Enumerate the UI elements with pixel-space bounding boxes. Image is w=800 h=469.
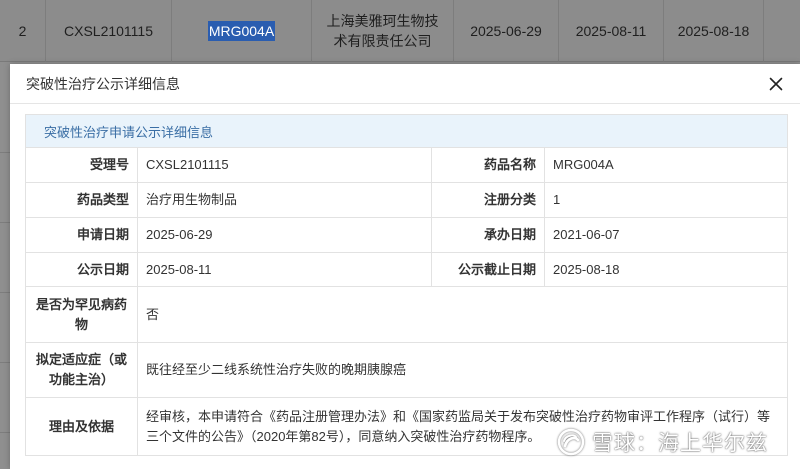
date-cell-1: 2025-06-29 (454, 0, 559, 62)
table-row: 是否为罕见病药物 否 (25, 286, 789, 343)
close-button[interactable] (766, 74, 786, 94)
date-cell-3: 2025-08-18 (664, 0, 764, 62)
modal-header: 突破性治疗公示详细信息 (10, 64, 800, 104)
detail-modal: 突破性治疗公示详细信息 突破性治疗申请公示详细信息 受理号 CXSL210111… (10, 64, 800, 469)
value-indication: 既往经至少二线系统性治疗失败的晚期胰腺癌 (136, 342, 789, 398)
table-row: 药品类型 治疗用生物制品 注册分类 1 (25, 182, 789, 218)
section-title: 突破性治疗申请公示详细信息 (24, 114, 789, 148)
value-registration-class: 1 (543, 182, 789, 218)
label-indication: 拟定适应症（或功能主治） (25, 342, 138, 398)
label-registration-class: 注册分类 (431, 182, 545, 218)
snowball-logo-icon (557, 428, 585, 456)
label-application-date: 申请日期 (25, 217, 138, 253)
value-rare-disease: 否 (136, 286, 789, 343)
table-row: 受理号 CXSL2101115 药品名称 MRG004A (25, 147, 789, 183)
value-undertake-date: 2021-06-07 (543, 217, 789, 253)
detail-table: 突破性治疗申请公示详细信息 受理号 CXSL2101115 药品名称 MRG00… (24, 114, 789, 456)
value-application-date: 2025-06-29 (137, 217, 432, 253)
label-reason: 理由及依据 (25, 397, 138, 456)
label-undertake-date: 承办日期 (431, 217, 545, 253)
value-publicity-end-date: 2025-08-18 (543, 252, 789, 287)
value-drug-type: 治疗用生物制品 (137, 182, 432, 218)
selected-drug-name[interactable]: MRG004A (207, 21, 276, 41)
table-row: 申请日期 2025-06-29 承办日期 2021-06-07 (25, 217, 789, 253)
empty-cell (764, 0, 800, 62)
date-cell-2: 2025-08-11 (559, 0, 664, 62)
company-cell: 上海美雅珂生物技术有限责任公司 (312, 0, 454, 62)
acceptance-no-cell: CXSL2101115 (46, 0, 172, 62)
watermark: 雪球：海上华尔兹 (556, 427, 768, 457)
value-acceptance-no: CXSL2101115 (137, 147, 432, 183)
label-acceptance-no: 受理号 (25, 147, 138, 183)
background-left-strip (0, 62, 10, 469)
table-row: 拟定适应症（或功能主治） 既往经至少二线系统性治疗失败的晚期胰腺癌 (25, 342, 789, 398)
modal-body: 突破性治疗申请公示详细信息 受理号 CXSL2101115 药品名称 MRG00… (10, 104, 800, 456)
label-publicity-date: 公示日期 (25, 252, 138, 287)
drug-name-cell[interactable]: MRG004A (172, 0, 312, 62)
label-publicity-end-date: 公示截止日期 (431, 252, 545, 287)
label-rare-disease: 是否为罕见病药物 (25, 286, 138, 343)
table-row: 公示日期 2025-08-11 公示截止日期 2025-08-18 (25, 252, 789, 287)
value-publicity-date: 2025-08-11 (137, 252, 432, 287)
modal-title: 突破性治疗公示详细信息 (26, 75, 180, 92)
background-table-row: 2 CXSL2101115 MRG004A 上海美雅珂生物技术有限责任公司 20… (0, 0, 800, 62)
label-drug-name: 药品名称 (431, 147, 545, 183)
label-drug-type: 药品类型 (25, 182, 138, 218)
value-drug-name: MRG004A (543, 147, 789, 183)
watermark-text: 雪球：海上华尔兹 (592, 432, 768, 455)
row-index: 2 (0, 0, 46, 62)
close-icon[interactable] (769, 77, 783, 91)
